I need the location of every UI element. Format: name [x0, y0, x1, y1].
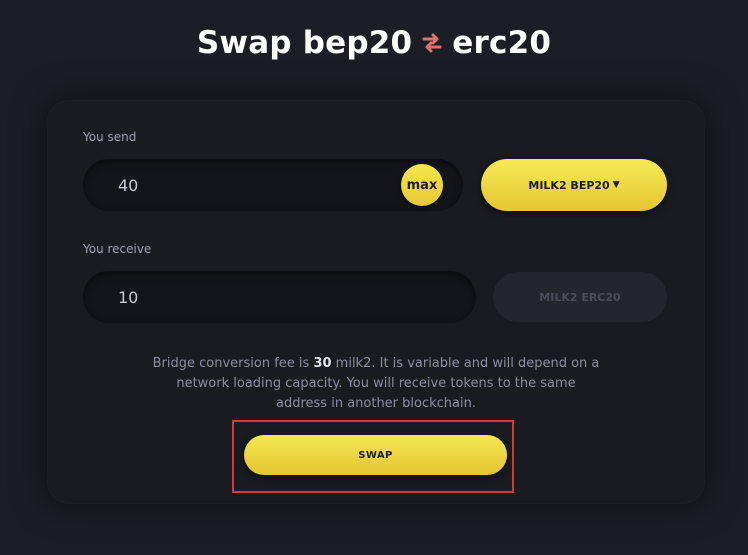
receive-token-button: MILK2 ERC20 [493, 272, 667, 322]
receive-amount-value: 10 [118, 287, 139, 307]
receive-amount-input: 10 [83, 271, 476, 323]
title-source-network: Swap bep20 [196, 25, 413, 61]
fee-info-prefix: Bridge conversion fee is [152, 356, 314, 371]
swap-button[interactable]: SWAP [244, 435, 507, 475]
page-title: Swap bep20 erc20 [0, 22, 748, 64]
max-button[interactable]: max [401, 164, 443, 206]
swap-page: Swap bep20 erc20 You send 40 max MILK2 B… [0, 0, 748, 555]
send-amount-value: 40 [118, 175, 139, 195]
fee-info-text: Bridge conversion fee is 30 milk2. It is… [150, 354, 602, 414]
send-amount-input[interactable]: 40 max [83, 159, 463, 211]
send-token-select[interactable]: MILK2 BEP20 ▼ [481, 159, 667, 211]
fee-amount: 30 [313, 356, 332, 371]
send-token-label: MILK2 BEP20 [528, 178, 610, 192]
send-label: You send [83, 130, 137, 144]
caret-down-icon: ▼ [612, 179, 620, 190]
swap-arrows-icon [422, 33, 442, 53]
title-target-network: erc20 [452, 25, 552, 61]
receive-label: You receive [83, 242, 152, 256]
